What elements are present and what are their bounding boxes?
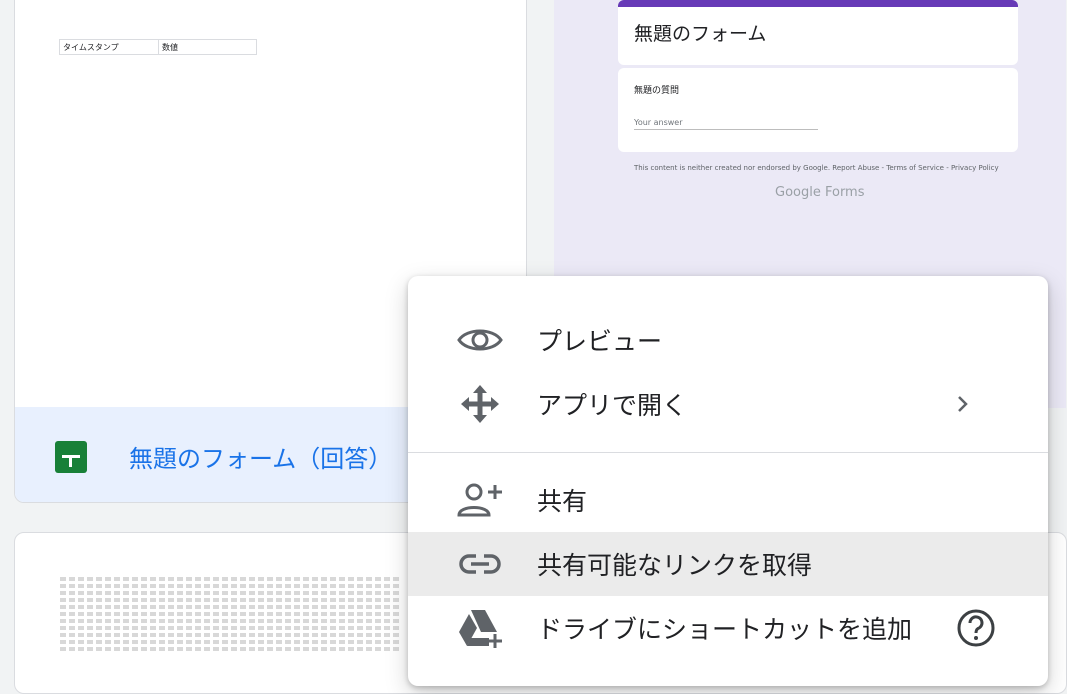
- answer-field: Your answer: [634, 118, 818, 130]
- menu-item-get-link[interactable]: 共有可能なリンクを取得: [408, 532, 1048, 596]
- menu-label-preview: プレビュー: [537, 327, 663, 356]
- google-forms-brand: Google Forms: [775, 185, 865, 200]
- link-icon: [456, 546, 504, 582]
- person-add-icon: [456, 482, 504, 518]
- question-label: 無題の質問: [634, 86, 680, 96]
- menu-label-add-shortcut: ドライブにショートカットを追加: [537, 615, 913, 644]
- eye-icon: [456, 322, 504, 358]
- file-title[interactable]: 無題のフォーム（回答）: [129, 439, 392, 474]
- menu-item-preview[interactable]: プレビュー: [408, 308, 1048, 372]
- sheet-col-b: 数値: [158, 40, 178, 54]
- sheet-col-a: タイムスタンプ: [63, 42, 119, 52]
- form-title: 無題のフォーム: [634, 23, 767, 45]
- menu-item-add-shortcut[interactable]: ドライブにショートカットを追加: [408, 596, 1048, 660]
- menu-item-open-with[interactable]: アプリで開く: [408, 372, 1048, 436]
- sheet-thumbnail-rows: [60, 577, 400, 654]
- chevron-right-icon: [953, 390, 973, 418]
- move-arrows-icon: [456, 385, 504, 423]
- context-menu: プレビュー アプリで開く 共有 共有可能なリンクを取得 ドライブにショートカット…: [408, 276, 1048, 686]
- form-disclaimer: This content is neither created nor endo…: [634, 164, 999, 172]
- drive-add-icon: [456, 610, 504, 648]
- form-question: 無題の質問 Your answer: [618, 68, 1018, 152]
- google-sheets-icon: [55, 441, 87, 473]
- menu-label-get-link: 共有可能なリンクを取得: [537, 551, 813, 580]
- menu-label-share: 共有: [537, 487, 588, 516]
- form-header: 無題のフォーム: [618, 0, 1018, 65]
- menu-label-open-with: アプリで開く: [537, 391, 688, 420]
- sheet-thumbnail: タイムスタンプ 数値: [59, 39, 257, 55]
- menu-item-share[interactable]: 共有: [408, 468, 1048, 532]
- help-circle-icon[interactable]: [956, 608, 996, 648]
- menu-divider: [408, 452, 1048, 453]
